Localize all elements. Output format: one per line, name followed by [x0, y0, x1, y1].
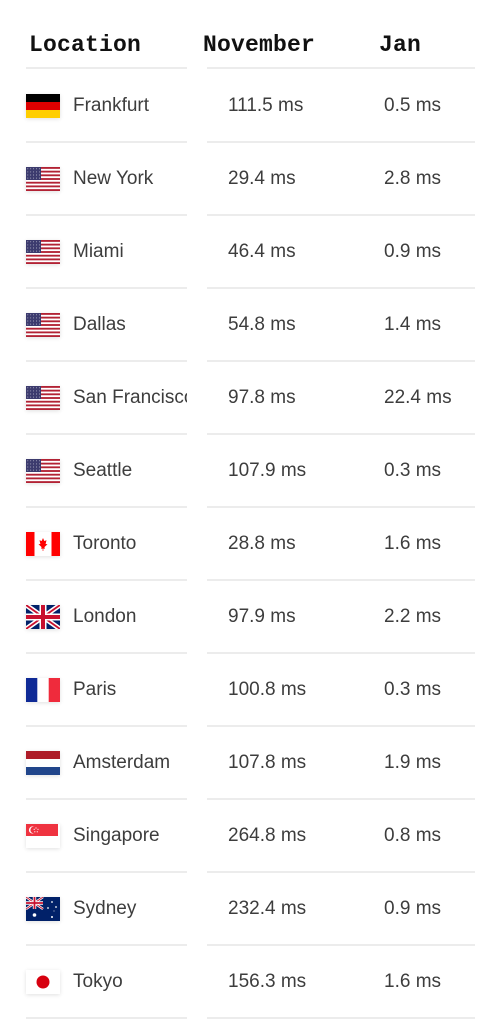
jan-latency: 0.3 ms [384, 460, 442, 481]
location-name: Tokyo [73, 971, 123, 992]
jan-latency: 0.9 ms [384, 241, 442, 262]
table-row: London 97.9 ms 2.2 ms [0, 581, 500, 654]
november-latency: 97.9 ms [228, 606, 296, 627]
divider [207, 67, 362, 69]
header-november: November [203, 32, 316, 58]
usa-flag-icon [26, 386, 60, 410]
november-latency: 100.8 ms [228, 679, 307, 700]
table-row: Amsterdam 107.8 ms 1.9 ms [0, 727, 500, 800]
australia-flag-icon [26, 897, 60, 921]
table-header: Location November Jan [0, 0, 500, 70]
divider [207, 1017, 362, 1019]
table-row: Tokyo 156.3 ms 1.6 ms [0, 946, 500, 1019]
usa-flag-icon [26, 240, 60, 264]
latency-table: Location November Jan Frankfurt 111.5 ms 0… [0, 0, 500, 1019]
location-name: San Francisco [73, 387, 187, 408]
november-latency: 156.3 ms [228, 971, 307, 992]
november-latency: 46.4 ms [228, 241, 296, 262]
jan-latency: 22.4 ms [384, 387, 452, 408]
jan-latency: 2.2 ms [384, 606, 442, 627]
singapore-flag-icon [26, 824, 60, 848]
uk-flag-icon [26, 605, 60, 629]
location-name: Toronto [73, 533, 137, 554]
location-name: Amsterdam [73, 752, 171, 773]
header-jan: Jan [379, 32, 422, 58]
jan-latency: 0.9 ms [384, 898, 442, 919]
jan-latency: 2.8 ms [384, 168, 442, 189]
divider [362, 67, 475, 69]
table-row: Singapore 264.8 ms 0.8 ms [0, 800, 500, 873]
jan-latency: 0.8 ms [384, 825, 442, 846]
location-name: London [73, 606, 137, 627]
location-name: Frankfurt [73, 95, 150, 116]
netherlands-flag-icon [26, 751, 60, 775]
november-latency: 28.8 ms [228, 533, 296, 554]
usa-flag-icon [26, 313, 60, 337]
location-name: New York [73, 168, 154, 189]
location-name: Sydney [73, 898, 137, 919]
location-name: Singapore [73, 825, 160, 846]
table-row: Miami 46.4 ms 0.9 ms [0, 216, 500, 289]
november-latency: 264.8 ms [228, 825, 307, 846]
november-latency: 97.8 ms [228, 387, 296, 408]
jan-latency: 0.3 ms [384, 679, 442, 700]
location-name: Miami [73, 241, 124, 262]
november-latency: 29.4 ms [228, 168, 296, 189]
location-name: Seattle [73, 460, 133, 481]
usa-flag-icon [26, 167, 60, 191]
table-row: Sydney 232.4 ms 0.9 ms [0, 873, 500, 946]
canada-flag-icon [26, 532, 60, 556]
table-row: Paris 100.8 ms 0.3 ms [0, 654, 500, 727]
table-body: Frankfurt 111.5 ms 0.5 ms New York 29.4 ms 2.… [0, 70, 500, 1019]
france-flag-icon [26, 678, 60, 702]
table-row: Toronto 28.8 ms 1.6 ms [0, 508, 500, 581]
divider [362, 1017, 475, 1019]
table-row: Frankfurt 111.5 ms 0.5 ms [0, 70, 500, 143]
november-latency: 111.5 ms [228, 95, 304, 116]
november-latency: 107.9 ms [228, 460, 307, 481]
germany-flag-icon [26, 94, 60, 118]
location-name: Paris [73, 679, 117, 700]
jan-latency: 1.6 ms [384, 971, 442, 992]
jan-latency: 1.4 ms [384, 314, 442, 335]
japan-flag-icon [26, 970, 60, 994]
jan-latency: 1.6 ms [384, 533, 442, 554]
table-row: Dallas 54.8 ms 1.4 ms [0, 289, 500, 362]
november-latency: 232.4 ms [228, 898, 307, 919]
jan-latency: 1.9 ms [384, 752, 442, 773]
table-row: New York 29.4 ms 2.8 ms [0, 143, 500, 216]
table-row: San Francisco 97.8 ms 22.4 ms [0, 362, 500, 435]
header-location: Location [29, 32, 142, 58]
table-row: Seattle 107.9 ms 0.3 ms [0, 435, 500, 508]
jan-latency: 0.5 ms [384, 95, 442, 116]
divider [26, 67, 187, 69]
november-latency: 107.8 ms [228, 752, 307, 773]
november-latency: 54.8 ms [228, 314, 296, 335]
usa-flag-icon [26, 459, 60, 483]
location-name: Dallas [73, 314, 126, 335]
divider [26, 1017, 187, 1019]
